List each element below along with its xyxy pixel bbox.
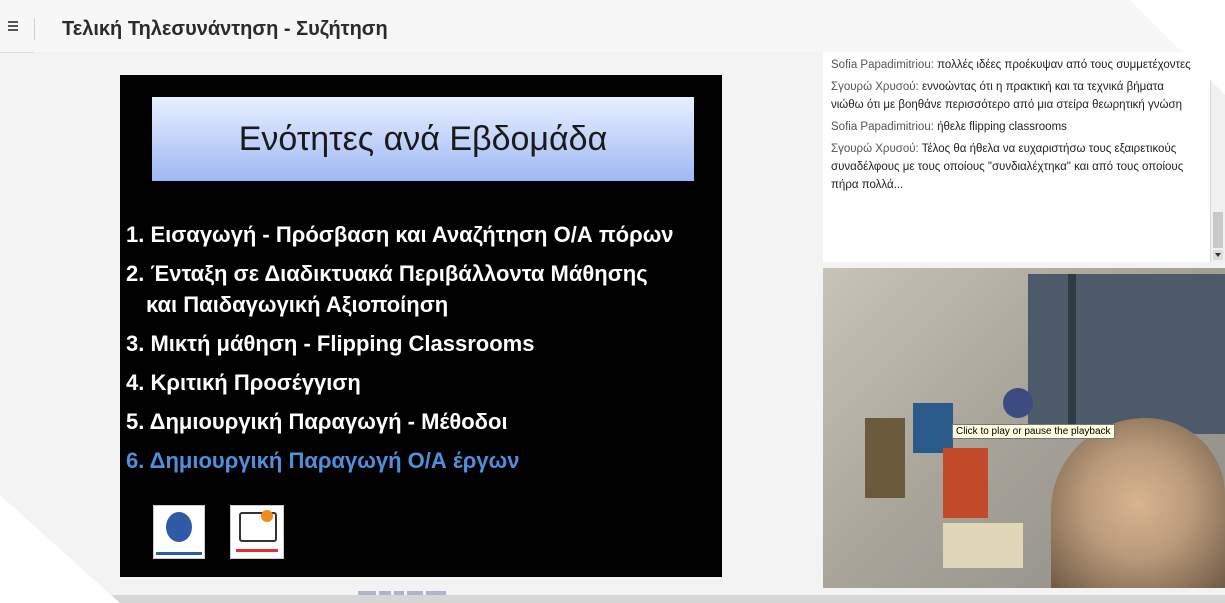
video-poster (943, 523, 1023, 568)
slide-item-continuation: και Παιδαγωγική Αξιοποίηση (146, 292, 449, 317)
slide-list: 1. Εισαγωγή - Πρόσβαση και Αναζήτηση Ο/Α… (126, 219, 722, 484)
chat-author: Σγουρώ Χρυσού: (831, 81, 919, 93)
program-logo (230, 505, 284, 559)
slide-item: 3. Μικτή μάθηση - Flipping Classrooms (126, 331, 535, 356)
chat-messages: Sofia Papadimitriou: πολλές ιδέες προέκυ… (831, 56, 1193, 198)
video-poster (943, 448, 988, 518)
slide-item: 5. Δημιουργική Παραγωγή - Μέθοδοι (126, 409, 508, 434)
app-frame: Τελική Τηλεσυνάντηση - Συζήτηση Ενότητες… (0, 0, 1225, 603)
slide-caption-link[interactable] (358, 582, 478, 595)
chat-panel: Sofia Papadimitriou: πολλές ιδέες προέκυ… (823, 52, 1211, 262)
video-poster (1003, 388, 1033, 418)
video-poster (913, 403, 953, 453)
chat-message: Σγουρώ Χρυσού: Τέλος θα ήθελα να ευχαρισ… (831, 140, 1193, 194)
video-presenter (1051, 418, 1225, 588)
chat-message: Σγουρώ Χρυσού: εννοώντας ότι η πρακτική … (831, 78, 1193, 114)
scrollbar-thumb[interactable] (1213, 212, 1223, 248)
video-poster (865, 418, 905, 498)
chat-author: Σγουρώ Χρυσού: (831, 143, 919, 155)
slide-item-highlighted: 6. Δημιουργική Παραγωγή Ο/Α έργων (126, 448, 520, 473)
university-logo (153, 505, 205, 559)
presentation-slide: Ενότητες ανά Εβδομάδα 1. Εισαγωγή - Πρόσ… (120, 75, 722, 577)
menu-icon[interactable] (8, 21, 18, 31)
chat-message: Sofia Papadimitriou: πολλές ιδέες προέκυ… (831, 56, 1193, 74)
video-background-window (1028, 274, 1225, 434)
slide-title: Ενότητες ανά Εβδομάδα (150, 95, 696, 183)
chat-text: πολλές ιδέες προέκυψαν από τους συμμετέχ… (937, 59, 1191, 71)
slide-item: 1. Εισαγωγή - Πρόσβαση και Αναζήτηση Ο/Α… (126, 222, 674, 247)
scroll-down-arrow-icon[interactable] (1213, 250, 1223, 260)
chat-message: Sofia Papadimitriou: ήθελε flipping clas… (831, 118, 1193, 136)
page-title: Τελική Τηλεσυνάντηση - Συζήτηση (62, 18, 388, 40)
chat-author: Sofia Papadimitriou: (831, 59, 934, 71)
chat-author: Sofia Papadimitriou: (831, 121, 934, 133)
video-tooltip: Click to play or pause the playback (952, 424, 1115, 439)
frame-bottom-edge (0, 595, 1225, 603)
chat-scrollbar[interactable] (1210, 52, 1225, 262)
header-bar: Τελική Τηλεσυνάντηση - Συζήτηση (0, 0, 1225, 53)
chat-text: ήθελε flipping classrooms (937, 121, 1067, 133)
slide-item: 2. Ένταξη σε Διαδικτυακά Περιβάλλοντα Μά… (126, 261, 648, 286)
header-divider (34, 18, 35, 40)
slide-item: 4. Κριτική Προσέγγιση (126, 370, 361, 395)
